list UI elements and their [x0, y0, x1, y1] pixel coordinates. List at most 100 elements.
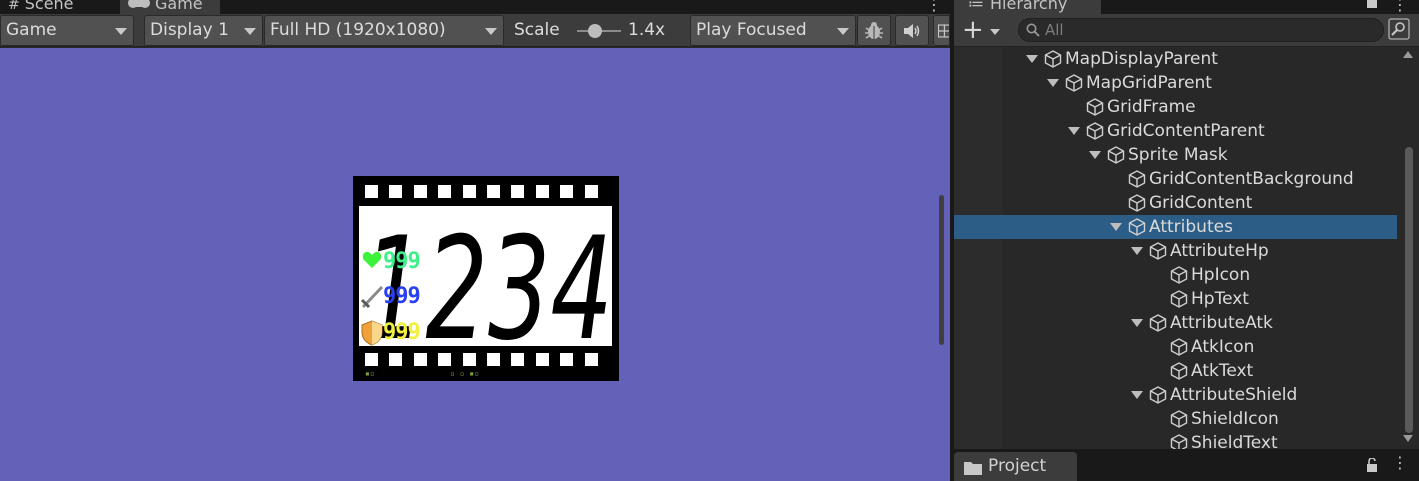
folder-icon [964, 462, 982, 475]
expand-arrow-icon[interactable] [1089, 151, 1101, 159]
mute-audio-button[interactable] [895, 15, 929, 46]
scale-slider-handle[interactable] [588, 24, 602, 38]
tab-project-label: Project [988, 456, 1047, 476]
hp-stat-value: 999 [383, 249, 421, 274]
play-mode-dropdown[interactable]: Play Focused [690, 15, 856, 46]
project-menu-icon[interactable]: ⋮ [1392, 453, 1408, 472]
game-view-scrollbar[interactable] [939, 195, 944, 345]
expand-arrow-icon[interactable] [1110, 223, 1122, 231]
film-hole [560, 185, 574, 198]
hierarchy-item[interactable]: HpText [954, 287, 1397, 311]
film-hole [365, 185, 378, 198]
hierarchy-item[interactable]: GridContentBackground [954, 167, 1397, 191]
hierarchy-item[interactable]: GridContentParent [954, 119, 1397, 143]
hierarchy-item[interactable]: Sprite Mask [954, 143, 1397, 167]
display-mode-dropdown[interactable]: Game [0, 15, 134, 46]
lock-icon[interactable] [1366, 458, 1378, 472]
film-hole [413, 353, 427, 366]
scale-label: Scale [514, 20, 560, 40]
hierarchy-item[interactable]: ShieldText [954, 431, 1397, 449]
resolution-value: Full HD (1920x1080) [270, 20, 446, 40]
hierarchy-item-label: AttributeHp [1170, 241, 1269, 261]
hierarchy-item-label: Attributes [1149, 217, 1233, 237]
resolution-dropdown[interactable]: Full HD (1920x1080) [264, 15, 504, 46]
tab-game[interactable]: Game [120, 0, 220, 14]
expand-arrow-icon[interactable] [1131, 319, 1143, 327]
hierarchy-item[interactable]: Attributes [954, 215, 1397, 239]
hierarchy-item[interactable]: AtkIcon [954, 335, 1397, 359]
tab-scene[interactable]: # Scene [0, 0, 118, 14]
film-hole [462, 185, 476, 198]
create-button[interactable]: + [962, 17, 1004, 44]
hierarchy-item-label: MapGridParent [1086, 73, 1212, 93]
display-mode-value: Game [6, 20, 57, 40]
hierarchy-item-label: AtkIcon [1191, 337, 1255, 357]
chevron-down-icon [990, 29, 1000, 35]
search-input[interactable] [1045, 21, 1365, 39]
plus-icon: + [962, 15, 984, 45]
tab-project[interactable]: Project [954, 452, 1077, 481]
list-icon: ≔ [968, 0, 984, 13]
hierarchy-toolbar: + [954, 14, 1419, 47]
chevron-down-icon [837, 28, 849, 35]
scroll-up-icon[interactable] [1403, 51, 1413, 58]
hash-icon: # [8, 0, 20, 13]
hierarchy-item-label: ShieldIcon [1191, 409, 1279, 429]
film-hole [365, 353, 378, 366]
hierarchy-item-label: AttributeAtk [1170, 313, 1273, 333]
expand-arrow-icon[interactable] [1131, 391, 1143, 399]
hierarchy-item-label: GridFrame [1107, 97, 1196, 117]
film-hole [511, 353, 525, 366]
chevron-down-icon [115, 28, 127, 35]
stats-button[interactable] [933, 15, 950, 46]
tab-scene-label: Scene [24, 0, 74, 13]
hierarchy-item[interactable]: ShieldIcon [954, 407, 1397, 431]
hierarchy-item[interactable]: GridFrame [954, 95, 1397, 119]
game-menu-icon[interactable]: ⋮ [926, 0, 942, 14]
hierarchy-item[interactable]: HpIcon [954, 263, 1397, 287]
hierarchy-scroll-thumb[interactable] [1405, 147, 1413, 433]
card-footer-mark: ▫ ▫ ▪▫ [450, 369, 479, 378]
scale-control: Scale 1.4x [505, 15, 689, 46]
hierarchy-item[interactable]: GridContent [954, 191, 1397, 215]
hierarchy-item[interactable]: AttributeShield [954, 383, 1397, 407]
gamepad-icon [128, 0, 150, 14]
hierarchy-menu-icon[interactable]: ⋮ [1392, 0, 1408, 14]
tab-hierarchy[interactable]: ≔ Hierarchy [954, 0, 1101, 14]
chevron-down-icon [485, 28, 497, 35]
hierarchy-item[interactable]: AttributeAtk [954, 311, 1397, 335]
hierarchy-item-label: HpText [1191, 289, 1249, 309]
film-hole [511, 185, 525, 198]
tab-hierarchy-label: Hierarchy [990, 0, 1068, 13]
card-footer-mark: ▪▫ [365, 369, 375, 378]
film-hole [413, 185, 427, 198]
expand-arrow-icon[interactable] [1047, 79, 1059, 87]
expand-arrow-icon[interactable] [1068, 127, 1080, 135]
hierarchy-item-label: MapDisplayParent [1065, 49, 1218, 69]
speaker-icon [904, 23, 920, 38]
lock-icon[interactable] [1366, 0, 1378, 12]
film-hole [560, 353, 574, 366]
hierarchy-item[interactable]: AtkText [954, 359, 1397, 383]
project-panel: Project ⋮ [954, 449, 1419, 481]
hierarchy-item-label: AttributeShield [1170, 385, 1298, 405]
shield-icon [361, 320, 383, 350]
expand-arrow-icon[interactable] [1026, 55, 1038, 63]
scroll-down-icon[interactable] [1403, 435, 1413, 442]
hierarchy-item[interactable]: AttributeHp [954, 239, 1397, 263]
search-icon [1026, 23, 1040, 37]
scale-value: 1.4x [628, 20, 666, 40]
hierarchy-tabbar: ≔ Hierarchy ⋮ [954, 0, 1419, 14]
film-hole [487, 353, 500, 366]
expand-arrow-icon[interactable] [1131, 247, 1143, 255]
sword-icon [360, 284, 384, 314]
hierarchy-item[interactable]: MapDisplayParent [954, 47, 1397, 71]
hierarchy-scrollbar[interactable] [1397, 47, 1419, 449]
map-card: 1234 999 999 999 ▪▫ ▫ ▫ ▪▫ [353, 176, 619, 381]
debug-button[interactable] [857, 15, 891, 46]
game-tabbar: # Scene Game ⋮ [0, 0, 950, 14]
shield-stat-value: 999 [383, 320, 421, 345]
hierarchy-item[interactable]: MapGridParent [954, 71, 1397, 95]
search-options-button[interactable] [1388, 18, 1412, 42]
display-dropdown[interactable]: Display 1 [144, 15, 263, 46]
